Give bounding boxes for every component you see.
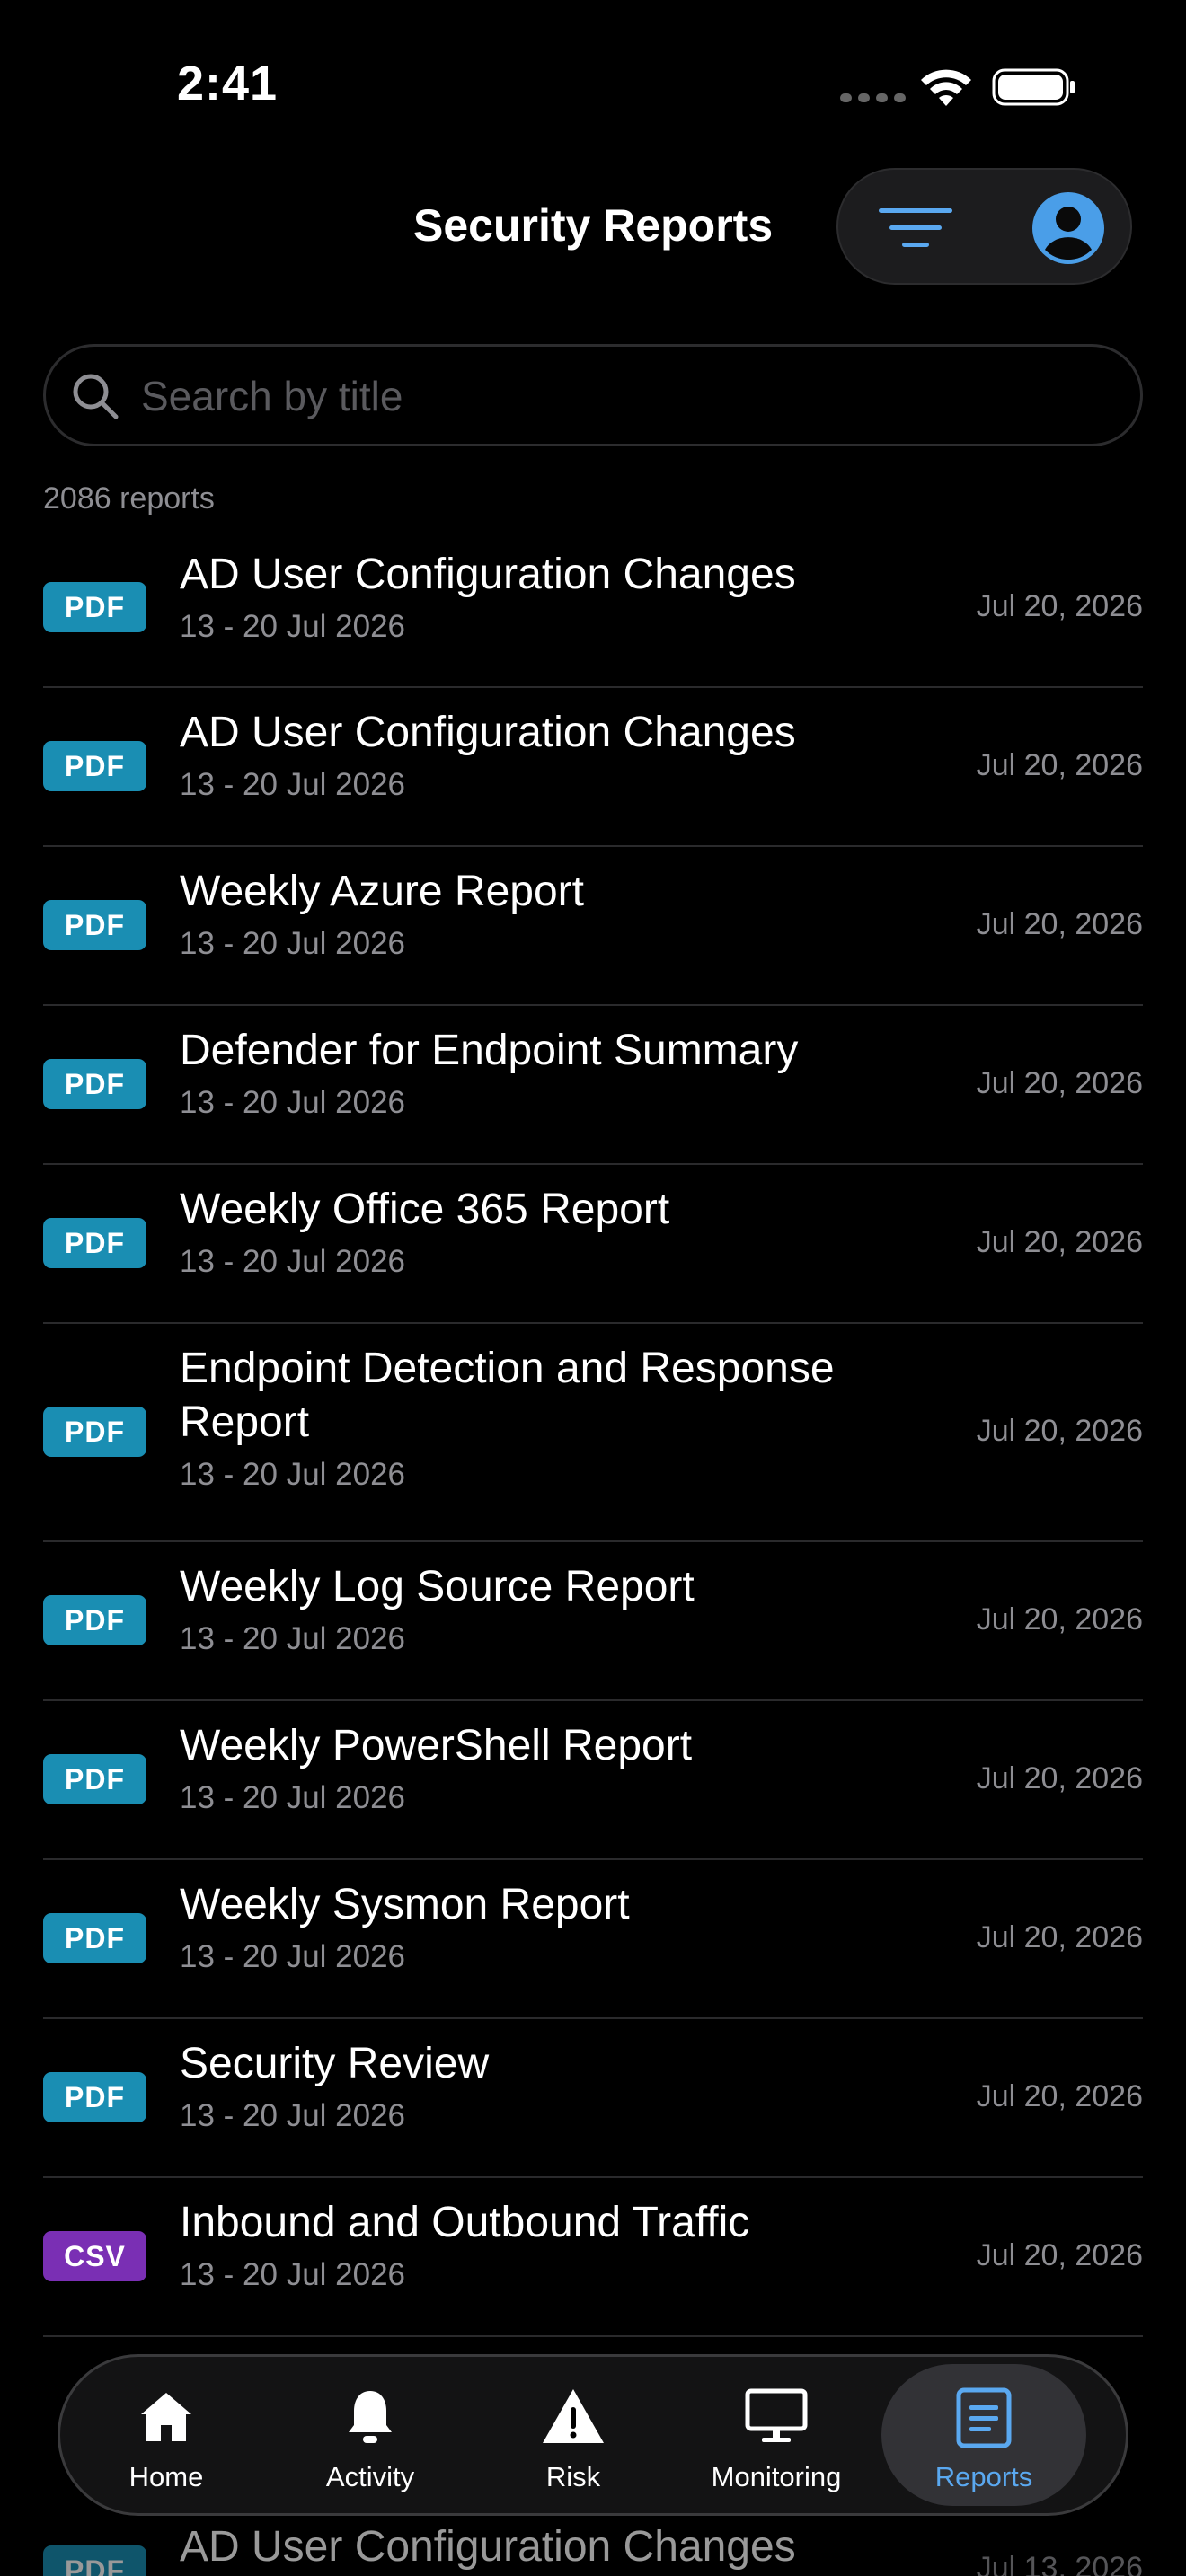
file-type-badge: PDF [43,1406,146,1457]
file-type-badge: PDF [43,1217,146,1268]
status-time: 2:41 [177,57,279,110]
monitor-icon [745,2388,808,2442]
page-title: Security Reports [413,200,774,251]
report-period: 13 - 20 Jul 2026 [180,1780,406,1815]
report-row[interactable]: PDF Security Review 13 - 20 Jul 2026 Jul 20… [43,2019,1143,2178]
file-type-badge: PDF [43,740,146,791]
report-row[interactable]: PDF Weekly PowerShell Report 13 - 20 Jul 2… [43,1701,1143,1860]
report-title: Weekly Azure Report [180,868,584,915]
header-actions [836,168,1132,285]
report-date: Jul 20, 2026 [976,2237,1143,2272]
list-item-partial: PDF AD User Configuration Changes Jul 13… [43,2515,1143,2576]
report-date: Jul 20, 2026 [976,1413,1143,1448]
report-title: Inbound and Outbound Traffic [180,2199,750,2246]
report-period: 13 - 20 Jul 2026 [180,767,406,802]
report-date: Jul 20, 2026 [976,906,1143,941]
status-bar: 2:41 [0,0,1186,171]
file-type-badge: PDF [43,1058,146,1109]
report-title: Security Review [180,2040,490,2087]
report-row[interactable]: PDF AD User Configuration Changes 13 - 20 … [43,688,1143,847]
tab-activity[interactable]: Activity [268,2357,473,2513]
report-title: Weekly Sysmon Report [180,1881,630,1928]
file-type-badge: PDF [43,899,146,950]
cellular-signal-icon [840,93,906,102]
bell-icon [349,2391,392,2443]
report-period: 13 - 20 Jul 2026 [180,1457,406,1492]
report-title: AD User Configuration Changes [180,551,796,598]
report-title: Endpoint Detection and Response Report [180,1345,835,1446]
tab-label: Activity [325,2461,415,2492]
report-period: 13 - 20 Jul 2026 [180,1244,406,1279]
report-period: 13 - 20 Jul 2026 [180,609,406,644]
report-row[interactable]: PDF AD User Configuration Changes 13 - 20 … [43,530,1143,688]
report-date: Jul 20, 2026 [976,1919,1143,1954]
report-list: PDF AD User Configuration Changes 13 - 20 … [43,530,1143,2337]
profile-avatar-icon[interactable] [1032,192,1104,264]
tab-monitoring[interactable]: Monitoring [674,2357,879,2513]
tab-label: Monitoring [711,2461,842,2492]
file-type-badge: PDF [43,2545,146,2576]
tab-bar: Home Activity Risk Monitoring Reports [58,2354,1128,2516]
report-row[interactable]: CSV Inbound and Outbound Traffic 13 - 20 J… [43,2178,1143,2337]
report-row[interactable]: PDF Endpoint Detection and Response Repor… [43,1324,1143,1542]
filter-icon[interactable] [875,201,956,255]
report-title: Weekly Office 365 Report [180,1186,670,1233]
report-count: 2086 reports [43,481,215,516]
report-row[interactable]: PDF Defender for Endpoint Summary 13 - 20 … [43,1006,1143,1165]
report-title: AD User Configuration Changes [180,2523,796,2571]
file-type-badge: CSV [43,2230,146,2281]
tab-risk[interactable]: Risk [471,2357,676,2513]
tab-home[interactable]: Home [64,2357,269,2513]
tab-label: Risk [545,2461,601,2492]
report-title: Weekly Log Source Report [180,1563,695,1610]
report-period: 13 - 20 Jul 2026 [180,2257,406,2292]
report-date: Jul 20, 2026 [976,589,1143,623]
report-title: AD User Configuration Changes [180,709,796,756]
tab-label: Reports [934,2461,1033,2492]
report-row[interactable]: PDF Weekly Sysmon Report 13 - 20 Jul 2026 J… [43,1860,1143,2019]
battery-icon [992,68,1075,106]
report-date: Jul 20, 2026 [976,1065,1143,1100]
report-row[interactable]: PDF Weekly Azure Report 13 - 20 Jul 2026 Ju… [43,847,1143,1006]
report-date: Jul 20, 2026 [976,747,1143,782]
file-type-badge: PDF [43,2071,146,2122]
search-icon [73,374,119,419]
report-period: 13 - 20 Jul 2026 [180,926,406,961]
file-type-badge: PDF [43,1753,146,1804]
document-icon [956,2387,1012,2448]
file-type-badge: PDF [43,1912,146,1963]
warning-triangle-icon [543,2389,604,2443]
report-date: Jul 13, 2026 [976,2551,1143,2576]
report-date: Jul 20, 2026 [976,2078,1143,2113]
report-date: Jul 20, 2026 [976,1601,1143,1636]
report-row[interactable]: PDF Weekly Log Source Report 13 - 20 Jul 2… [43,1542,1143,1701]
report-period: 13 - 20 Jul 2026 [180,2098,406,2133]
report-row[interactable]: PDF Weekly Office 365 Report 13 - 20 Jul 2… [43,1165,1143,1324]
wifi-icon [921,69,971,106]
report-date: Jul 20, 2026 [976,1224,1143,1259]
house-icon [141,2393,191,2441]
file-type-badge: PDF [43,1594,146,1645]
tab-label: Home [128,2461,204,2492]
report-period: 13 - 20 Jul 2026 [180,1085,406,1120]
search-bar[interactable] [43,344,1143,446]
report-title: Defender for Endpoint Summary [180,1027,799,1074]
report-title: Weekly PowerShell Report [180,1722,693,1769]
file-type-badge: PDF [43,582,146,632]
search-input[interactable] [141,365,1111,428]
report-date: Jul 20, 2026 [976,1760,1143,1795]
tab-reports[interactable]: Reports [881,2364,1086,2506]
report-period: 13 - 20 Jul 2026 [180,1939,406,1974]
report-period: 13 - 20 Jul 2026 [180,1621,406,1656]
